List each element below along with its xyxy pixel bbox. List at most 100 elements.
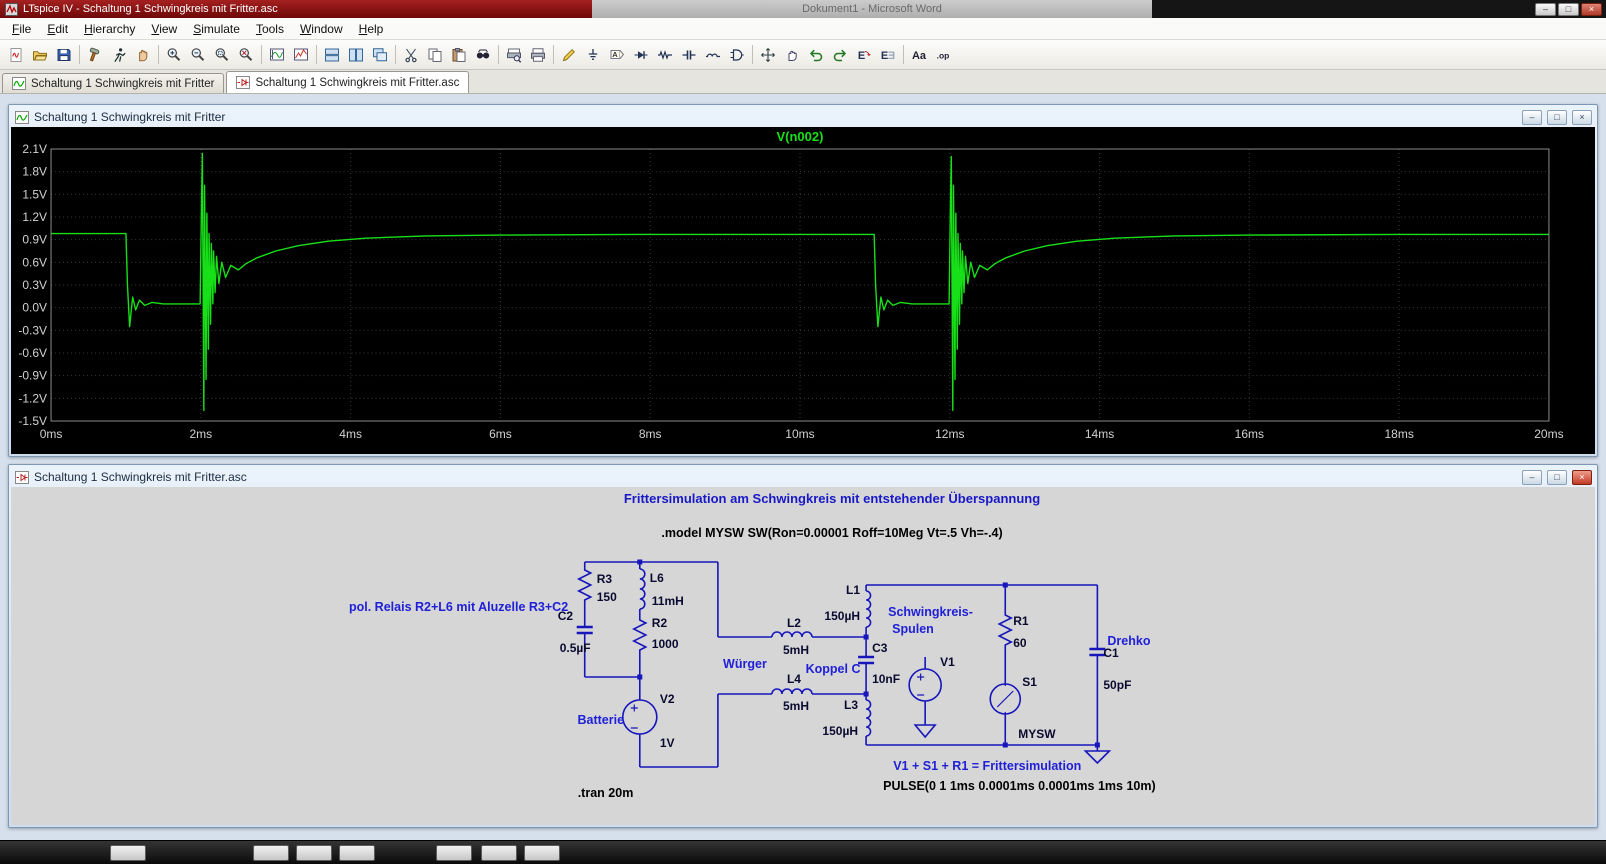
menu-file[interactable]: File <box>4 20 39 38</box>
text-button[interactable]: Aa <box>907 43 931 66</box>
tran-directive[interactable]: .tran 20m <box>578 786 634 800</box>
waveform-close-button[interactable]: × <box>1572 110 1592 125</box>
taskbar-button-4[interactable] <box>339 845 375 861</box>
label-L3[interactable]: L3 <box>844 698 858 712</box>
find-button[interactable] <box>471 43 495 66</box>
label-C1[interactable]: C1 <box>1103 646 1119 660</box>
model-directive[interactable]: .model MYSW SW(Ron=0.00001 Roff=10Meg Vt… <box>661 526 1002 540</box>
menu-help[interactable]: Help <box>351 20 392 38</box>
move-button[interactable] <box>756 43 780 66</box>
inductor-L4-symbol[interactable] <box>772 689 812 694</box>
waveform-minimize-button[interactable]: – <box>1522 110 1542 125</box>
label-button[interactable]: A <box>605 43 629 66</box>
value-L1[interactable]: 150µH <box>824 609 860 623</box>
open-button[interactable] <box>28 43 52 66</box>
cascade-button[interactable] <box>368 43 392 66</box>
menu-view[interactable]: View <box>143 20 185 38</box>
mirror-button[interactable]: EE <box>876 43 900 66</box>
waveform-plot[interactable]: -1.5V-1.2V-0.9V-0.6V-0.3V0.0V0.3V0.6V0.9… <box>11 127 1595 454</box>
background-window-titlebar[interactable]: Dokument1 - Microsoft Word <box>592 0 1152 18</box>
autorange-y-button[interactable] <box>265 43 289 66</box>
label-V1[interactable]: V1 <box>940 655 955 669</box>
run-button[interactable] <box>107 43 131 66</box>
print-button[interactable] <box>526 43 550 66</box>
value-L4[interactable]: 5mH <box>783 699 809 713</box>
maximize-button[interactable]: □ <box>1558 3 1579 16</box>
inductor-L2-symbol[interactable] <box>772 632 812 637</box>
schematic-title-comment[interactable]: Frittersimulation am Schwingkreis mit en… <box>624 491 1040 506</box>
component-button[interactable] <box>725 43 749 66</box>
zoom-full-button[interactable] <box>234 43 258 66</box>
value-L2[interactable]: 5mH <box>783 643 809 657</box>
schematic-canvas-area[interactable]: Frittersimulation am Schwingkreis mit en… <box>11 487 1595 825</box>
label-R3[interactable]: R3 <box>597 572 613 586</box>
tile-horizontal-button[interactable] <box>344 43 368 66</box>
label-C2[interactable]: C2 <box>558 609 574 623</box>
app-titlebar[interactable]: LTspice IV - Schaltung 1 Schwingkreis mi… <box>0 0 592 18</box>
waveform-plot-area[interactable]: -1.5V-1.2V-0.9V-0.6V-0.3V0.0V0.3V0.6V0.9… <box>11 127 1595 454</box>
taskbar-button-5[interactable] <box>436 845 472 861</box>
taskbar-button-3[interactable] <box>296 845 332 861</box>
undo-button[interactable] <box>804 43 828 66</box>
zoom-out-button[interactable] <box>186 43 210 66</box>
zoom-in-button[interactable] <box>162 43 186 66</box>
tab-schematic[interactable]: Schaltung 1 Schwingkreis mit Fritter.asc <box>226 71 469 93</box>
copy-button[interactable] <box>423 43 447 66</box>
wire-button[interactable] <box>557 43 581 66</box>
inductor-L6-symbol[interactable] <box>640 569 645 609</box>
annotation-koppel-c[interactable]: Koppel C <box>806 662 861 676</box>
halt-button[interactable] <box>131 43 155 66</box>
value-S1[interactable]: MYSW <box>1018 727 1056 741</box>
ground-button[interactable] <box>581 43 605 66</box>
value-R1[interactable]: 60 <box>1013 636 1027 650</box>
inductor-button[interactable] <box>701 43 725 66</box>
value-L6[interactable]: 11mH <box>652 594 684 608</box>
drag-button[interactable] <box>780 43 804 66</box>
schematic-close-button[interactable]: × <box>1572 470 1592 485</box>
voltage-source-V2-symbol[interactable] <box>623 700 657 734</box>
inductor-L3-symbol[interactable] <box>866 700 871 736</box>
label-L2[interactable]: L2 <box>787 616 801 630</box>
paste-button[interactable] <box>447 43 471 66</box>
label-V2[interactable]: V2 <box>660 692 675 706</box>
schematic-minimize-button[interactable]: – <box>1522 470 1542 485</box>
annotation-schwingkreis-line2[interactable]: Spulen <box>892 622 934 636</box>
schematic-canvas[interactable]: Frittersimulation am Schwingkreis mit en… <box>11 487 1595 825</box>
taskbar-button-2[interactable] <box>253 845 289 861</box>
value-R2[interactable]: 1000 <box>652 637 679 651</box>
resistor-R1-symbol[interactable] <box>999 613 1011 649</box>
menu-window[interactable]: Window <box>292 20 351 38</box>
spice-directive-button[interactable]: .op <box>931 43 955 66</box>
pulse-directive[interactable]: PULSE(0 1 1ms 0.0001ms 0.0001ms 1ms 10m) <box>883 779 1156 793</box>
capacitor-button[interactable] <box>677 43 701 66</box>
menu-hierarchy[interactable]: Hierarchy <box>76 20 143 38</box>
resistor-button[interactable] <box>653 43 677 66</box>
cut-button[interactable] <box>399 43 423 66</box>
tab-waveform[interactable]: Schaltung 1 Schwingkreis mit Fritter <box>2 73 224 93</box>
schematic-maximize-button[interactable]: □ <box>1547 470 1567 485</box>
label-C3[interactable]: C3 <box>872 641 888 655</box>
zoom-area-button[interactable] <box>210 43 234 66</box>
save-button[interactable] <box>52 43 76 66</box>
value-C2[interactable]: 0.5µF <box>560 641 591 655</box>
label-S1[interactable]: S1 <box>1022 675 1037 689</box>
voltage-source-V1-symbol[interactable] <box>909 669 941 701</box>
value-R3[interactable]: 150 <box>597 590 617 604</box>
waveform-titlebar[interactable]: Schaltung 1 Schwingkreis mit Fritter – □… <box>11 107 1595 127</box>
menu-edit[interactable]: Edit <box>39 20 76 38</box>
print-preview-button[interactable] <box>502 43 526 66</box>
label-L1[interactable]: L1 <box>846 583 860 597</box>
taskbar-button-6[interactable] <box>481 845 517 861</box>
capacitor-C2-symbol[interactable] <box>577 627 593 633</box>
redo-button[interactable] <box>828 43 852 66</box>
annotation-wuerger[interactable]: Würger <box>723 657 767 671</box>
resistor-R2-symbol[interactable] <box>634 617 646 655</box>
value-V2[interactable]: 1V <box>660 736 675 750</box>
menu-tools[interactable]: Tools <box>248 20 292 38</box>
tile-vertical-button[interactable] <box>320 43 344 66</box>
taskbar-button-7[interactable] <box>524 845 560 861</box>
annotation-relais[interactable]: pol. Relais R2+L6 mit Aluzelle R3+C2 <box>349 600 568 614</box>
plot-settings-button[interactable] <box>289 43 313 66</box>
new-schematic-button[interactable] <box>4 43 28 66</box>
diode-button[interactable] <box>629 43 653 66</box>
